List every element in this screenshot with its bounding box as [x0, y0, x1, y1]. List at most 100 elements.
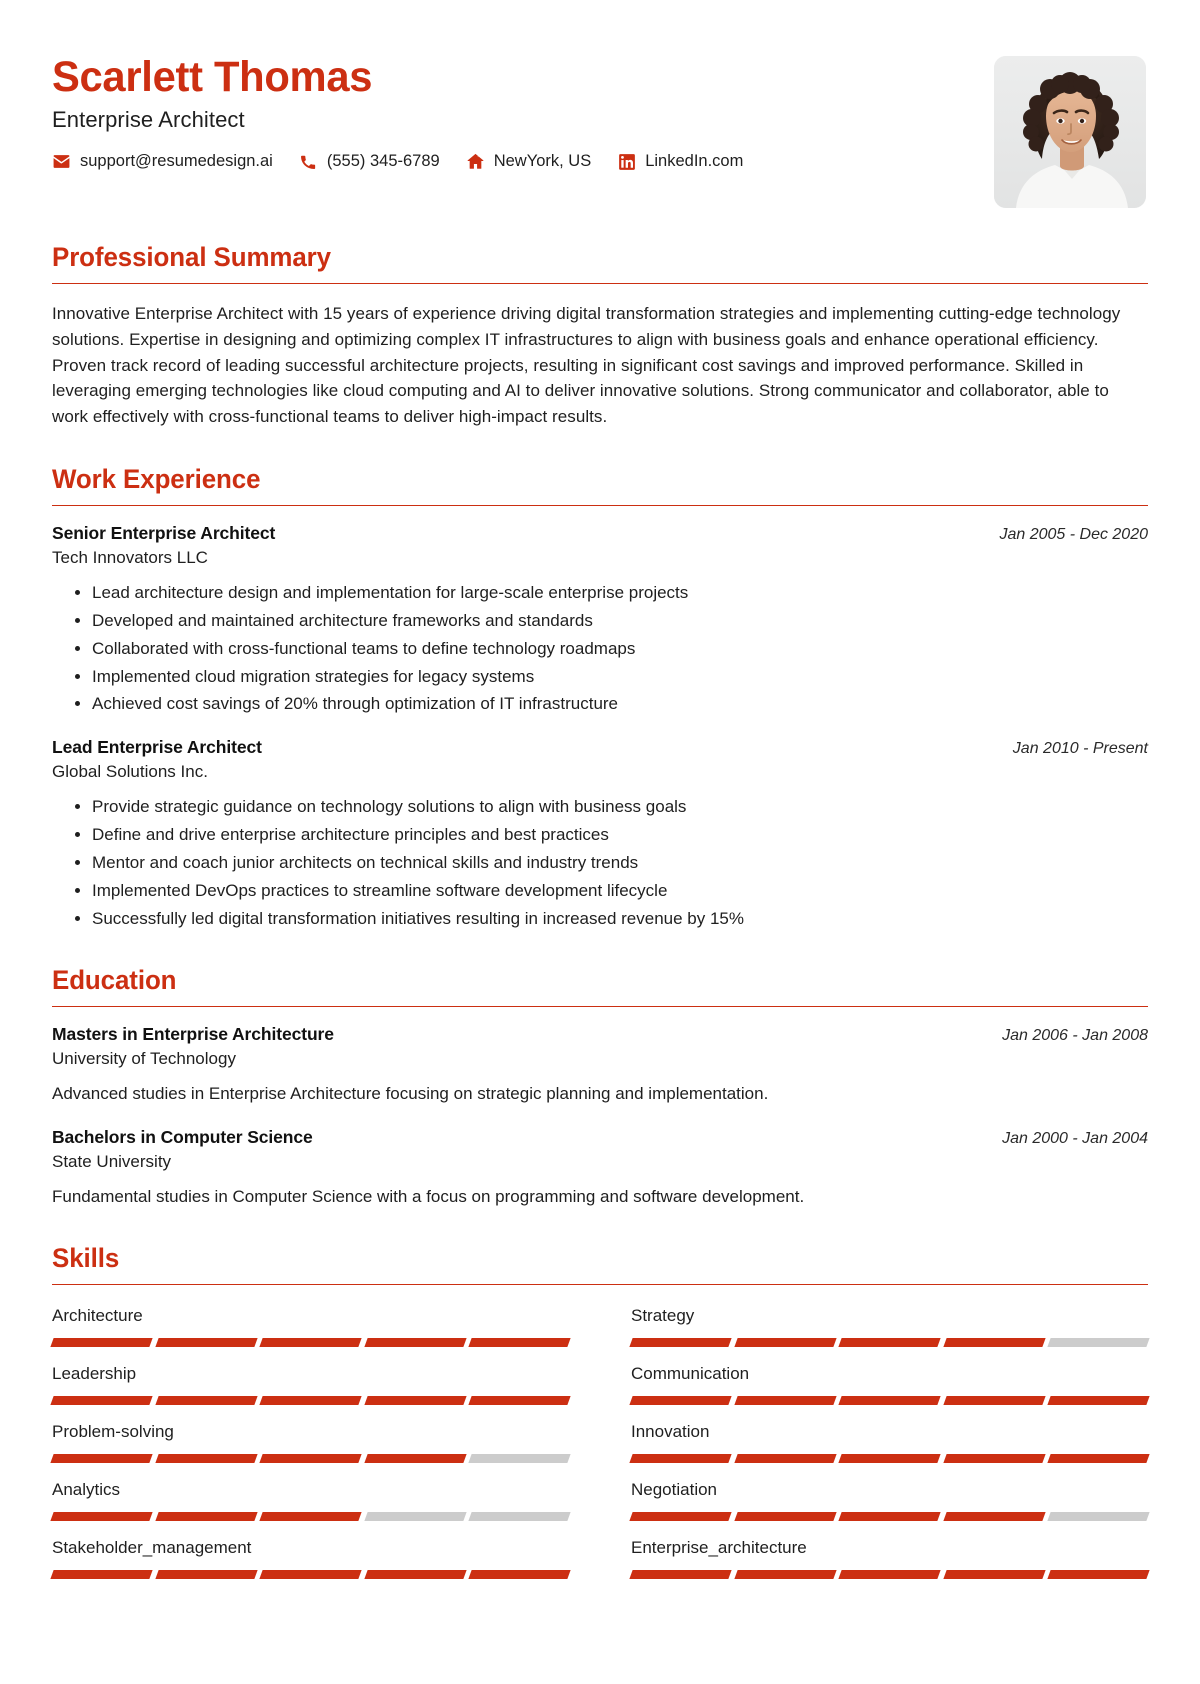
section-professional-summary: Professional Summary Innovative Enterpri… [52, 242, 1148, 430]
skill-segment [364, 1512, 467, 1522]
skill-segment [943, 1570, 1046, 1580]
skill-segment [50, 1396, 153, 1406]
education-school: State University [52, 1151, 172, 1171]
contact-location[interactable]: NewYork, US [466, 152, 592, 171]
section-skills: Skills Architecture Strategy Leadership Com… [50, 1243, 1150, 1592]
skill-item: Strategy [629, 1302, 1150, 1360]
skill-segment [733, 1338, 836, 1348]
skill-label: Analytics [52, 1480, 121, 1500]
experience-bullets: Lead architecture design and implementat… [52, 580, 1148, 717]
skill-segment [154, 1338, 257, 1348]
education-entry: Masters in Enterprise Architecture Jan 2… [52, 1024, 1148, 1107]
contact-row: support@resumedesign.ai (555) 345-6789 N… [52, 152, 994, 171]
skill-rating-bar [629, 1338, 1150, 1348]
resume-page: Scarlett Thomas Enterprise Architect sup… [0, 0, 1200, 1684]
skill-label: Problem-solving [52, 1422, 174, 1442]
skill-label: Architecture [52, 1306, 143, 1326]
contact-linkedin[interactable]: LinkedIn.com [617, 152, 743, 171]
skill-segment [259, 1396, 362, 1406]
skill-rating-bar [629, 1396, 1150, 1406]
experience-entry: Senior Enterprise Architect Jan 2005 - D… [52, 523, 1148, 717]
skill-segment [50, 1454, 153, 1464]
skill-segment [943, 1338, 1046, 1348]
skill-item: Communication [629, 1360, 1150, 1418]
skill-segment [1047, 1338, 1150, 1348]
list-item: Lead architecture design and implementat… [92, 580, 1148, 606]
skill-segment [50, 1512, 153, 1522]
contact-email-text: support@resumedesign.ai [80, 152, 273, 171]
skill-label: Communication [631, 1364, 750, 1384]
skill-segment [1047, 1454, 1150, 1464]
skill-segment [1047, 1570, 1150, 1580]
experience-org: Global Solutions Inc. [52, 762, 208, 782]
skill-segment [943, 1512, 1046, 1522]
skill-segment [468, 1454, 571, 1464]
skill-rating-bar [629, 1512, 1150, 1522]
skill-segment [468, 1512, 571, 1522]
skill-item: Leadership [50, 1360, 571, 1418]
list-item: Collaborated with cross-functional teams… [92, 636, 1148, 662]
skill-segment [629, 1570, 732, 1580]
skill-segment [468, 1570, 571, 1580]
skill-segment [838, 1454, 941, 1464]
list-item: Achieved cost savings of 20% through opt… [92, 691, 1148, 717]
experience-entry: Lead Enterprise Architect Jan 2010 - Pre… [52, 737, 1148, 931]
skill-rating-bar [50, 1512, 571, 1522]
resume-header: Scarlett Thomas Enterprise Architect sup… [52, 48, 1148, 208]
skill-item: Innovation [629, 1418, 1150, 1476]
experience-date: Jan 2010 - Present [1012, 740, 1148, 758]
skills-grid: Architecture Strategy Leadership Communicat… [50, 1302, 1150, 1592]
skill-segment [629, 1512, 732, 1522]
experience-date: Jan 2005 - Dec 2020 [999, 526, 1148, 544]
skill-item: Architecture [50, 1302, 571, 1360]
section-title-skills: Skills [52, 1243, 120, 1274]
skill-segment [1047, 1512, 1150, 1522]
avatar [994, 56, 1146, 208]
section-title-experience: Work Experience [52, 464, 261, 495]
skill-segment [629, 1396, 732, 1406]
contact-email[interactable]: support@resumedesign.ai [52, 152, 273, 171]
skill-segment [50, 1338, 153, 1348]
skill-label: Stakeholder_management [52, 1538, 252, 1558]
skill-segment [1047, 1396, 1150, 1406]
education-entry: Bachelors in Computer Science Jan 2000 -… [52, 1127, 1148, 1210]
education-description: Advanced studies in Enterprise Architect… [52, 1084, 769, 1104]
experience-org: Tech Innovators LLC [52, 548, 208, 568]
skill-item: Stakeholder_management [50, 1534, 571, 1592]
list-item: Provide strategic guidance on technology… [92, 794, 1148, 820]
skill-segment [154, 1454, 257, 1464]
skill-rating-bar [629, 1570, 1150, 1580]
section-title-summary: Professional Summary [52, 242, 331, 272]
skill-label: Leadership [52, 1364, 137, 1384]
skill-segment [468, 1396, 571, 1406]
home-icon [466, 152, 485, 171]
skill-segment [838, 1396, 941, 1406]
skill-item: Analytics [50, 1476, 571, 1534]
education-date: Jan 2000 - Jan 2004 [1002, 1129, 1148, 1147]
skill-rating-bar [50, 1570, 571, 1580]
education-degree: Bachelors in Computer Science [52, 1126, 313, 1147]
skill-label: Enterprise_architecture [631, 1538, 807, 1558]
job-title: Enterprise Architect [52, 107, 245, 133]
experience-bullets: Provide strategic guidance on technology… [52, 794, 1148, 931]
skill-segment [629, 1338, 732, 1348]
skill-segment [468, 1338, 571, 1348]
skill-rating-bar [50, 1396, 571, 1406]
contact-phone-text: (555) 345-6789 [326, 152, 440, 171]
page-title: Scarlett Thomas [52, 53, 373, 101]
section-work-experience: Work Experience Senior Enterprise Archit… [52, 464, 1148, 931]
contact-location-text: NewYork, US [493, 152, 592, 171]
email-icon [52, 152, 71, 171]
skill-segment [838, 1512, 941, 1522]
section-title-education: Education [52, 965, 177, 996]
education-degree: Masters in Enterprise Architecture [52, 1024, 334, 1045]
linkedin-icon [617, 152, 636, 171]
skill-segment [733, 1512, 836, 1522]
skill-segment [259, 1512, 362, 1522]
contact-phone[interactable]: (555) 345-6789 [299, 152, 440, 171]
skill-item: Enterprise_architecture [629, 1534, 1150, 1592]
skill-segment [259, 1570, 362, 1580]
skill-segment [364, 1570, 467, 1580]
skill-segment [943, 1454, 1046, 1464]
header-text-block: Scarlett Thomas Enterprise Architect sup… [52, 48, 994, 171]
